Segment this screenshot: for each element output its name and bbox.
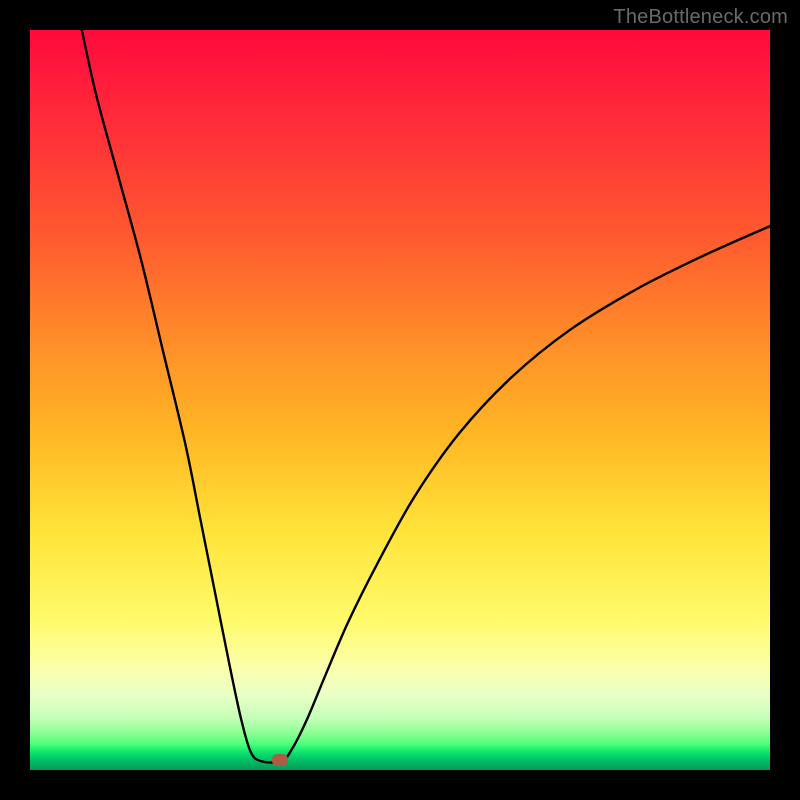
chart-frame: TheBottleneck.com <box>0 0 800 800</box>
watermark-text: TheBottleneck.com <box>613 6 788 29</box>
plot-area <box>30 30 770 770</box>
curve-svg <box>30 30 770 770</box>
bottleneck-marker <box>272 754 288 766</box>
bottleneck-curve <box>82 30 770 763</box>
